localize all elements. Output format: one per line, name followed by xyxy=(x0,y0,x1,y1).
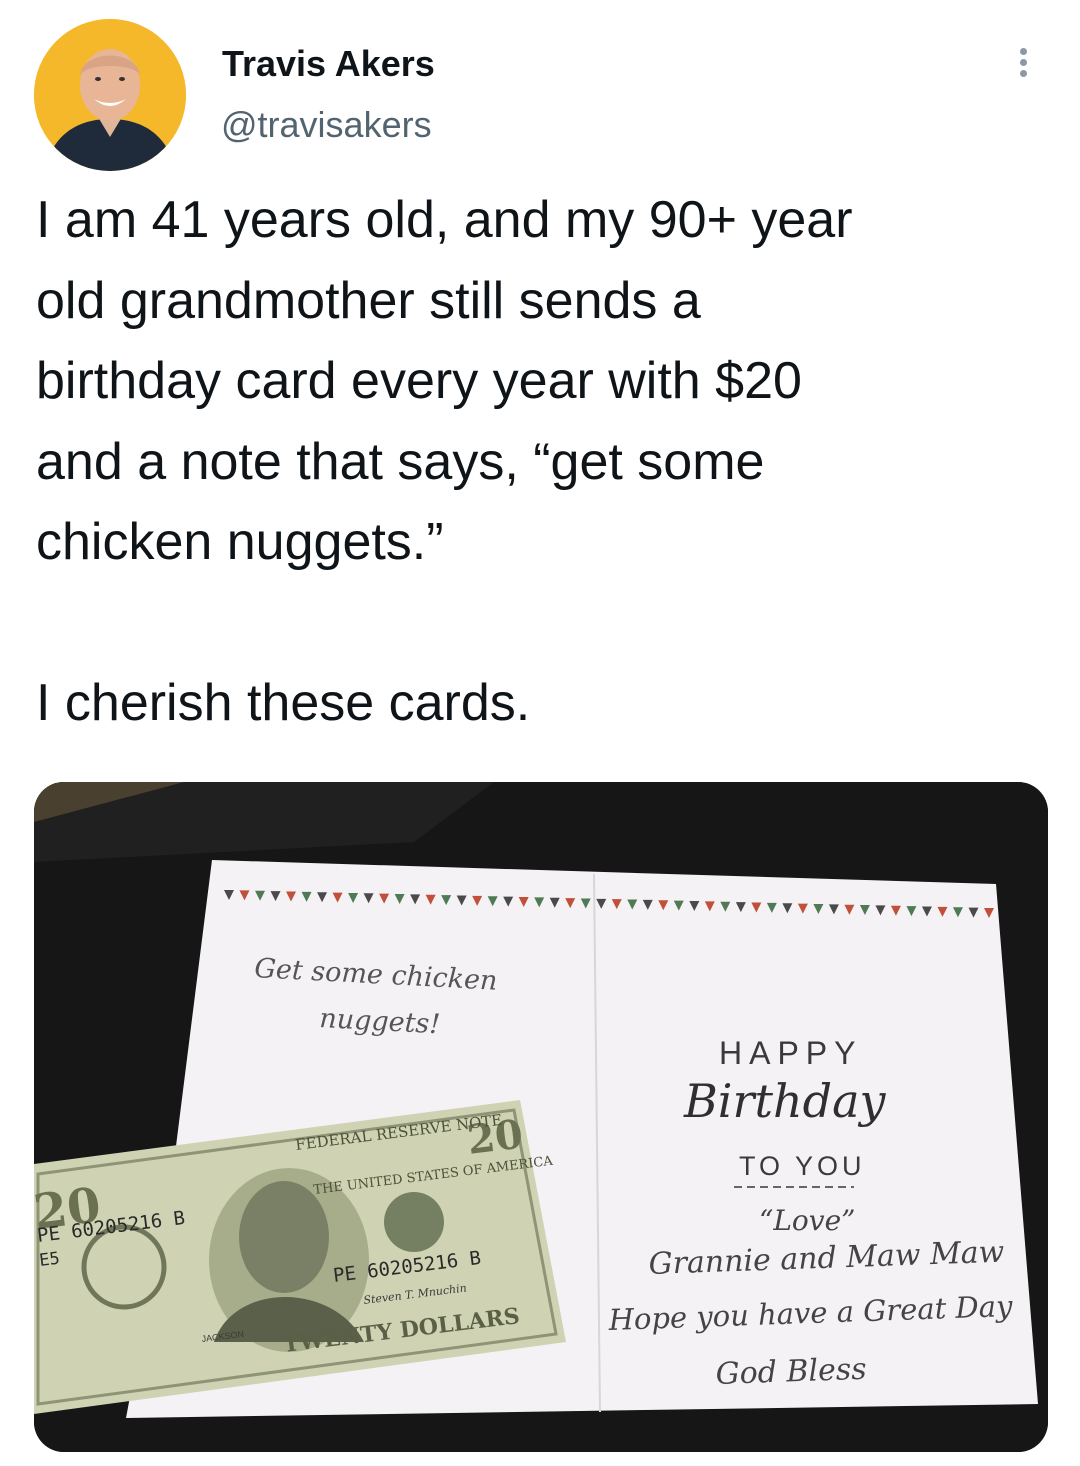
note-line-2: nuggets! xyxy=(319,1003,441,1040)
author-handle[interactable]: @travisakers xyxy=(221,103,432,147)
tweet-media-photo[interactable]: Get some chicken nuggets! HAPPY Birthday… xyxy=(34,782,1048,1452)
author-display-name[interactable]: Travis Akers xyxy=(222,42,435,86)
bill-bank: E5 xyxy=(38,1249,61,1271)
birthday-card-photo: Get some chicken nuggets! HAPPY Birthday… xyxy=(34,782,1048,1452)
card-love: “Love” xyxy=(759,1204,855,1237)
author-avatar[interactable] xyxy=(34,19,186,171)
card-to-you: TO YOU xyxy=(739,1151,866,1181)
tweet-text: I am 41 years old, and my 90+ year old g… xyxy=(36,191,853,732)
more-options-icon[interactable] xyxy=(1008,44,1038,84)
card-happy: HAPPY xyxy=(719,1035,862,1071)
card-birthday: Birthday xyxy=(683,1074,886,1128)
profile-photo-icon xyxy=(34,19,186,171)
card-blessing: God Bless xyxy=(715,1352,867,1392)
